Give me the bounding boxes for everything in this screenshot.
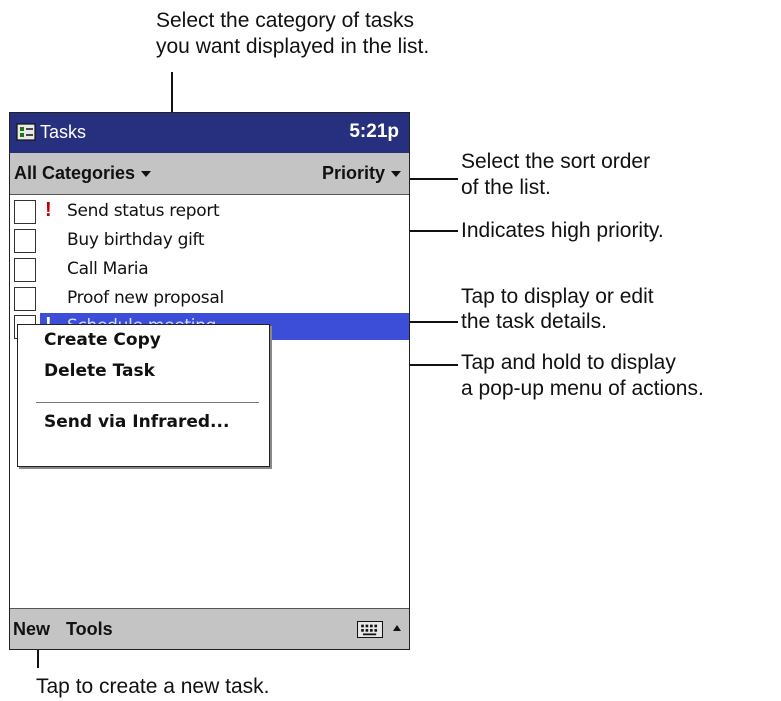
task-row[interactable]: Proof new proposal [10, 285, 409, 314]
filter-bar: All Categories Priority [10, 153, 409, 195]
task-label[interactable]: Send status report [67, 201, 220, 221]
task-label[interactable]: Proof new proposal [67, 288, 224, 308]
dropdown-caret-icon [141, 171, 152, 178]
menu-divider [36, 402, 259, 403]
sip-arrow-up-icon[interactable] [393, 625, 401, 631]
task-checkbox[interactable] [14, 287, 36, 311]
menu-item-create-copy[interactable]: Create Copy [44, 330, 161, 350]
tasks-app-icon[interactable] [16, 122, 36, 142]
callout-popup-line2: a pop-up menu of actions. [461, 377, 704, 400]
sort-label: Priority [321, 163, 385, 183]
callout-details-line2: the task details. [461, 310, 607, 333]
task-checkbox[interactable] [14, 200, 36, 224]
clock[interactable]: 5:21p [349, 121, 399, 143]
callout-priority: Indicates high priority. [461, 219, 664, 242]
task-row[interactable]: ! Send status report [10, 198, 409, 227]
task-row[interactable]: Buy birthday gift [10, 227, 409, 256]
context-menu: Create Copy Delete Task Send via Infrare… [17, 324, 270, 467]
category-label: All Categories [14, 163, 136, 183]
command-bar: New Tools [10, 608, 409, 649]
callout-new-task: Tap to create a new task. [36, 675, 270, 698]
callout-sort-line1: Select the sort order [461, 150, 651, 173]
category-dropdown[interactable]: All Categories [14, 163, 152, 184]
task-row[interactable]: Call Maria [10, 256, 409, 285]
callout-details-line1: Tap to display or edit [461, 285, 654, 308]
tools-menu[interactable]: Tools [66, 619, 113, 640]
new-button[interactable]: New [13, 619, 50, 640]
sort-dropdown[interactable]: Priority [322, 163, 401, 184]
device-screen: Tasks 5:21p All Categories Priority ! Se… [9, 112, 410, 650]
dropdown-caret-icon [391, 171, 401, 178]
task-label[interactable]: Buy birthday gift [67, 230, 205, 250]
app-title: Tasks [40, 122, 87, 142]
task-checkbox[interactable] [14, 258, 36, 282]
menu-item-send-via-infrared[interactable]: Send via Infrared... [44, 412, 229, 432]
keyboard-icon[interactable] [357, 621, 383, 638]
task-checkbox[interactable] [14, 229, 36, 253]
high-priority-icon: ! [45, 199, 52, 221]
callout-category-line2: you want displayed in the list. [156, 35, 430, 58]
callout-sort-line2: of the list. [461, 176, 551, 199]
menu-item-delete-task[interactable]: Delete Task [44, 361, 155, 381]
task-label[interactable]: Call Maria [67, 259, 149, 279]
title-bar: Tasks 5:21p [10, 113, 409, 153]
callout-popup-line1: Tap and hold to display [461, 351, 676, 374]
callout-category-line1: Select the category of tasks [156, 9, 414, 32]
